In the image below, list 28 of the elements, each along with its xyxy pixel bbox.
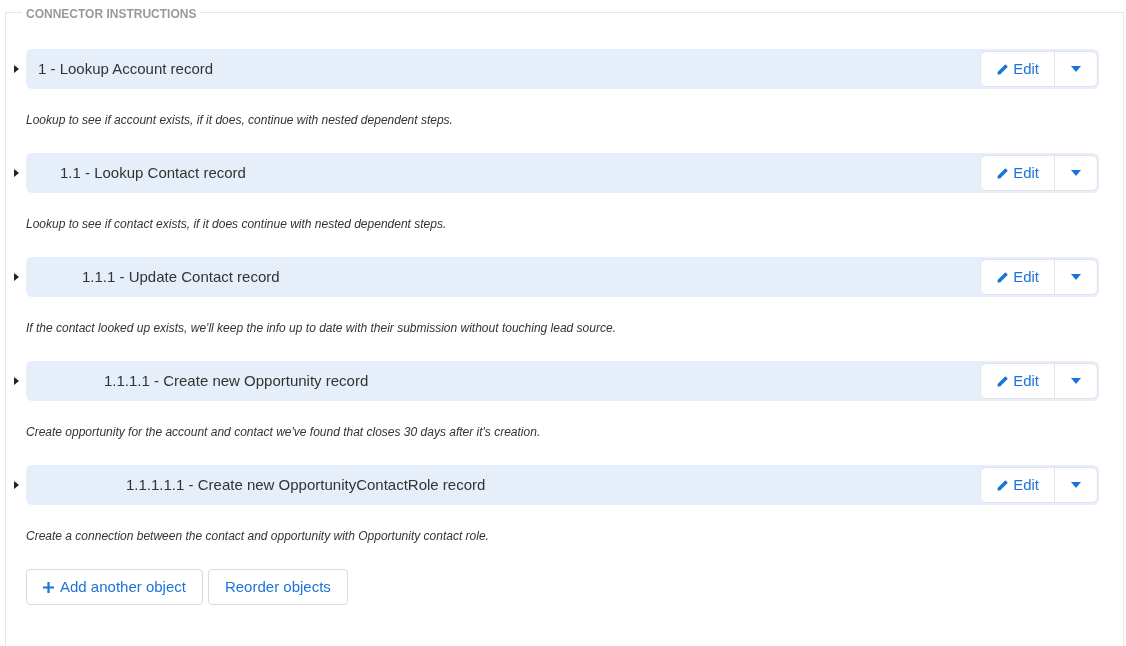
caret-right-icon: [14, 481, 20, 489]
step-description: Lookup to see if contact exists, if it does continue with nested dependent steps.: [26, 216, 448, 233]
pencil-icon: [996, 270, 1010, 284]
caret-down-icon: [1071, 170, 1081, 176]
step-description: Create a connection between the contact and opportunity with Opportunity contact role.: [26, 528, 490, 545]
caret-right-icon: [14, 377, 20, 385]
caret-down-icon: [1071, 378, 1081, 384]
pencil-icon: [996, 374, 1010, 388]
step-title: 1 - Lookup Account record: [37, 58, 214, 79]
pencil-icon: [996, 478, 1010, 492]
step-title: 1.1.1 - Update Contact record: [81, 266, 280, 287]
step-title: 1.1.1.1.1 - Create new OpportunityContactRole record: [125, 474, 486, 495]
plus-icon: [43, 581, 54, 593]
step-description: Lookup to see if account exists, if it does, continue with nested dependent steps.: [26, 112, 454, 129]
step-description: If the contact looked up exists, we'll keep the info up to date with their submission without touching lead source.: [26, 320, 617, 337]
step-description: Create opportunity for the account and contact we've found that closes 30 days after it's creation.: [26, 424, 542, 441]
pencil-icon: [996, 166, 1010, 180]
reorder-button[interactable]: Reorder objects: [207, 569, 348, 605]
caret-right-icon: [14, 169, 20, 177]
caret-down-icon: [1071, 66, 1081, 72]
add-object-button[interactable]: Add another object: [26, 569, 203, 605]
caret-right-icon: [14, 273, 20, 281]
caret-down-icon: [1071, 274, 1081, 280]
caret-down-icon: [1071, 482, 1081, 488]
step-title: 1.1 - Lookup Contact record: [59, 162, 246, 183]
step-title: 1.1.1.1 - Create new Opportunity record: [103, 370, 369, 391]
caret-right-icon: [14, 65, 20, 73]
pencil-icon: [996, 62, 1010, 76]
